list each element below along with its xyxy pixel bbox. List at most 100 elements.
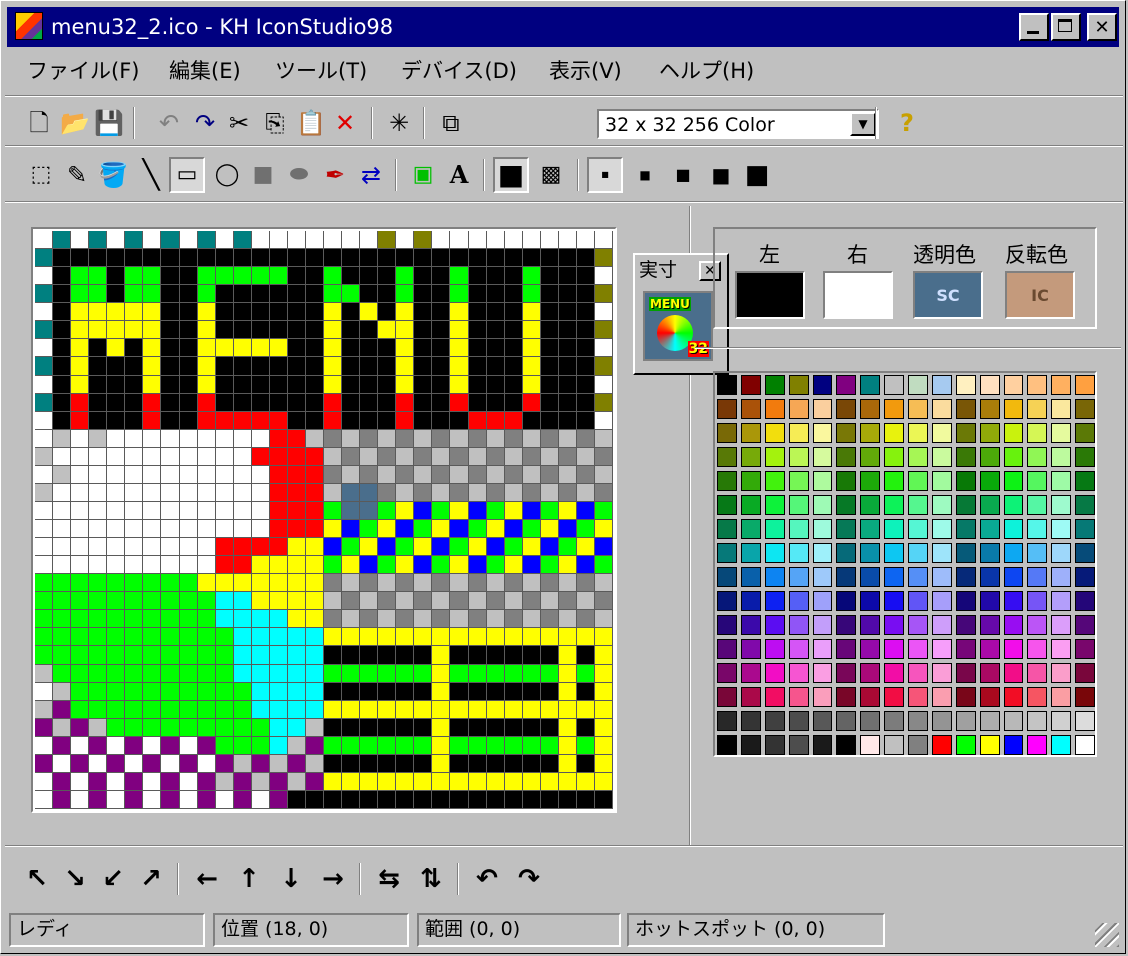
pixel-cell[interactable] <box>486 411 505 430</box>
palette-color[interactable] <box>1051 687 1072 707</box>
palette-color[interactable] <box>884 735 904 755</box>
pixel-cell[interactable] <box>215 429 234 448</box>
pixel-cell[interactable] <box>143 538 162 557</box>
pixel-cell[interactable] <box>305 610 324 629</box>
pixel-cell[interactable] <box>324 393 343 412</box>
pixel-cell[interactable] <box>89 465 108 484</box>
pixel-cell[interactable] <box>251 556 270 575</box>
pixel-cell[interactable] <box>558 700 577 719</box>
pixel-cell[interactable] <box>396 718 415 737</box>
device-icon[interactable]: ⧉ <box>433 105 469 141</box>
pixel-cell[interactable] <box>396 249 415 268</box>
pixel-cell[interactable] <box>558 772 577 791</box>
pixel-cell[interactable] <box>522 393 541 412</box>
pixel-cell[interactable] <box>324 249 343 268</box>
pixel-cell[interactable] <box>342 483 361 502</box>
pixel-cell[interactable] <box>486 520 505 539</box>
pixel-cell[interactable] <box>576 700 595 719</box>
pixel-cell[interactable] <box>540 592 559 611</box>
pixel-cell[interactable] <box>53 592 72 611</box>
pixel-cell[interactable] <box>396 700 415 719</box>
pixel-cell[interactable] <box>179 790 198 809</box>
pixel-cell[interactable] <box>89 556 108 575</box>
pixel-cell[interactable] <box>414 574 433 593</box>
pixel-cell[interactable] <box>558 754 577 773</box>
pixel-cell[interactable] <box>414 664 433 683</box>
palette-color[interactable] <box>1075 375 1095 395</box>
pixel-cell[interactable] <box>522 249 541 268</box>
pixel-cell[interactable] <box>504 556 523 575</box>
pixel-cell[interactable] <box>540 303 559 322</box>
palette-grid[interactable] <box>717 375 1095 755</box>
pixel-cell[interactable] <box>53 429 72 448</box>
pixel-cell[interactable] <box>504 700 523 719</box>
palette-color[interactable] <box>812 687 833 707</box>
pixel-cell[interactable] <box>197 718 216 737</box>
pixel-cell[interactable] <box>324 556 343 575</box>
pixel-cell[interactable] <box>215 718 234 737</box>
palette-color[interactable] <box>931 423 952 443</box>
palette-color[interactable] <box>955 423 976 443</box>
pixel-cell[interactable] <box>450 249 469 268</box>
pixel-cell[interactable] <box>324 772 343 791</box>
pixel-cell[interactable] <box>576 339 595 358</box>
pixel-cell[interactable] <box>107 357 126 376</box>
pixel-cell[interactable] <box>594 249 613 268</box>
pixel-cell[interactable] <box>269 772 288 791</box>
pixel-cell[interactable] <box>450 700 469 719</box>
pixel-cell[interactable] <box>179 393 198 412</box>
pixel-cell[interactable] <box>504 664 523 683</box>
pixel-cell[interactable] <box>360 393 379 412</box>
pixel-cell[interactable] <box>215 465 234 484</box>
palette-color[interactable] <box>1075 687 1095 707</box>
palette-color[interactable] <box>1027 399 1048 419</box>
pixel-cell[interactable] <box>594 754 613 773</box>
pixel-cell[interactable] <box>53 556 72 575</box>
palette-color[interactable] <box>812 543 833 563</box>
pixel-cell[interactable] <box>594 231 613 250</box>
pixel-cell[interactable] <box>504 249 523 268</box>
shift-down-left-icon[interactable]: ↙ <box>95 861 131 897</box>
pixel-cell[interactable] <box>107 556 126 575</box>
pixel-cell[interactable] <box>179 736 198 755</box>
pixel-cell[interactable] <box>251 772 270 791</box>
pixel-cell[interactable] <box>71 574 90 593</box>
pixel-cell[interactable] <box>378 249 397 268</box>
pixel-cell[interactable] <box>450 501 469 520</box>
pixel-cell[interactable] <box>414 556 433 575</box>
pixel-cell[interactable] <box>161 447 180 466</box>
pixel-cell[interactable] <box>197 592 216 611</box>
delete-icon[interactable]: ✕ <box>327 105 363 141</box>
pixel-cell[interactable] <box>71 249 90 268</box>
pixel-cell[interactable] <box>71 375 90 394</box>
palette-color[interactable] <box>788 687 809 707</box>
palette-color[interactable] <box>884 423 904 443</box>
pixel-cell[interactable] <box>53 411 72 430</box>
pixel-cell[interactable] <box>89 574 108 593</box>
pixel-cell[interactable] <box>197 249 216 268</box>
format-select[interactable]: 32 x 32 256 Color ▼ <box>597 109 879 139</box>
pixel-cell[interactable] <box>125 628 144 647</box>
pixel-cell[interactable] <box>71 754 90 773</box>
pixel-cell[interactable] <box>378 321 397 340</box>
pixel-cell[interactable] <box>107 285 126 304</box>
pixel-cell[interactable] <box>468 465 487 484</box>
pixel-cell[interactable] <box>179 700 198 719</box>
pixel-cell[interactable] <box>486 646 505 665</box>
palette-color[interactable] <box>740 375 761 395</box>
pixel-cell[interactable] <box>179 465 198 484</box>
pixel-cell[interactable] <box>215 610 234 629</box>
pixel-cell[interactable] <box>342 411 361 430</box>
pixel-cell[interactable] <box>396 628 415 647</box>
pixel-cell[interactable] <box>125 520 144 539</box>
pixel-cell[interactable] <box>89 538 108 557</box>
pixel-cell[interactable] <box>360 375 379 394</box>
palette-color[interactable] <box>931 471 952 491</box>
pixel-cell[interactable] <box>269 303 288 322</box>
pixel-cell[interactable] <box>233 772 252 791</box>
palette-color[interactable] <box>884 495 904 515</box>
pixel-cell[interactable] <box>215 736 234 755</box>
pixel-cell[interactable] <box>594 718 613 737</box>
pixel-cell[interactable] <box>432 700 451 719</box>
pixel-cell[interactable] <box>215 700 234 719</box>
